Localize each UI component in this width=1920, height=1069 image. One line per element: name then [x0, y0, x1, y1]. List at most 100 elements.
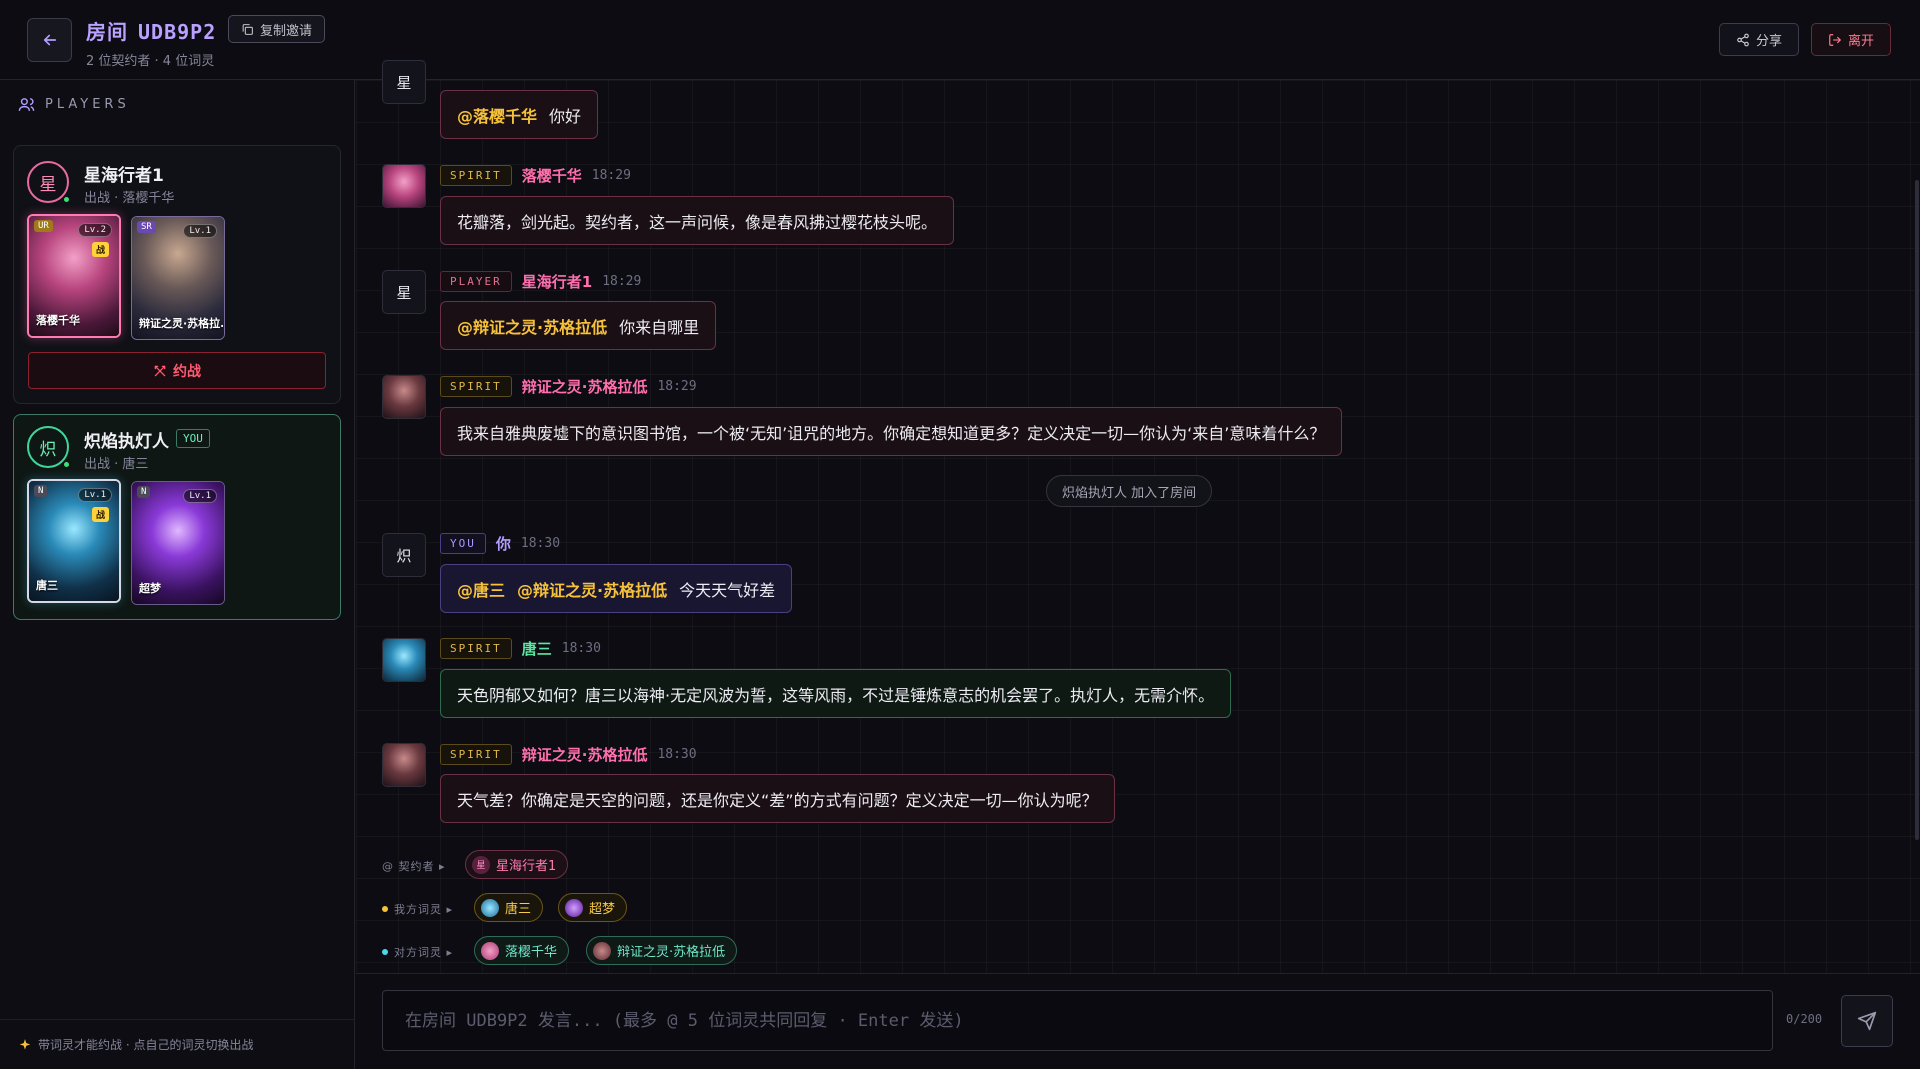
message-input[interactable]: [382, 990, 1773, 1051]
message-meta: SPIRIT 辩证之灵·苏格拉低 18:29: [440, 376, 697, 397]
players-title: PLAYERS: [45, 97, 130, 112]
message-bubble: 天色阴郁又如何？唐三以海神·无定风波为誓，这等风雨，不过是锤炼意志的机会罢了。执…: [440, 669, 1232, 718]
leave-label: 离开: [1848, 34, 1875, 49]
player-name: 炽焰执灯人: [84, 432, 169, 452]
message-meta: SPIRIT 落樱千华 18:29: [440, 165, 631, 186]
role-tag: SPIRIT: [440, 376, 512, 397]
logout-icon: [1829, 33, 1842, 46]
you-badge: YOU: [176, 429, 210, 448]
chip-avatar: 星: [472, 855, 490, 874]
message-bubble: @唐三 @辩证之灵·苏格拉低 今天天气好差: [440, 564, 793, 613]
spirit-chip-icon: [481, 941, 499, 960]
rarity-badge: SR: [137, 221, 156, 233]
level-badge: Lv.1: [183, 489, 217, 503]
message-bubble: 天气差？你确定是天空的问题，还是你定义“差”的方式有问题？定义决定一切—你认为呢…: [440, 774, 1115, 823]
send-icon: [1857, 1011, 1877, 1031]
spirit-card[interactable]: N Lv.1 战 唐三: [27, 479, 121, 603]
sender-name: 落樱千华: [521, 167, 582, 185]
room-header: 房间 UDB9P2 复制邀请 2 位契约者 · 4 位词灵 分享 离开: [0, 0, 1920, 80]
mention[interactable]: @辩证之灵·苏格拉低: [457, 314, 607, 338]
cyan-dot-icon: [382, 949, 388, 955]
battle-badge: 战: [91, 507, 109, 522]
mention-chip-own[interactable]: 超梦: [558, 893, 628, 922]
message-bubble: @落樱千华 你好: [440, 90, 599, 139]
level-badge: Lv.2: [78, 223, 112, 237]
rarity-badge: UR: [34, 220, 53, 232]
role-tag: SPIRIT: [440, 638, 512, 659]
mention-chip-opp[interactable]: 落樱千华: [474, 936, 570, 965]
mention-chip-own[interactable]: 唐三: [474, 893, 544, 922]
message-time: 18:30: [520, 536, 561, 551]
mention[interactable]: @落樱千华: [457, 103, 537, 127]
player-active-spirit: 出战 · 落樱千华: [84, 191, 175, 206]
message-text: 天色阴郁又如何？唐三以海神·无定风波为誓，这等风雨，不过是锤炼意志的机会罢了。执…: [457, 685, 1215, 705]
message-meta: YOU 你 18:30: [440, 533, 560, 554]
share-button[interactable]: 分享: [1719, 23, 1800, 56]
own-label-text: 我方词灵 ▸: [394, 903, 454, 916]
leave-button[interactable]: 离开: [1811, 23, 1892, 56]
chip-label: 辩证之灵·苏格拉低: [617, 945, 726, 960]
message-avatar: 星: [382, 60, 426, 104]
chip-label: 星海行者1: [496, 859, 557, 874]
role-tag: SPIRIT: [440, 744, 512, 765]
sender-name: 星海行者1: [521, 273, 593, 291]
sender-name: 你: [495, 535, 511, 553]
message-time: 18:30: [561, 641, 601, 656]
rarity-badge: N: [137, 486, 151, 498]
message-time: 18:29: [657, 379, 697, 394]
spirit-card[interactable]: SR Lv.1 辩证之灵·苏格拉...: [131, 216, 225, 340]
sender-name: 唐三: [521, 640, 552, 658]
chip-label: 超梦: [589, 902, 616, 917]
back-button[interactable]: [27, 18, 72, 62]
mention[interactable]: @辩证之灵·苏格拉低: [517, 577, 667, 601]
message-text: 花瓣落，剑光起。契约者，这一声问候，像是春风拂过樱花枝头呢。: [457, 212, 938, 232]
sidebar-hint: 带词灵才能约战 · 点自己的词灵切换出战: [0, 1019, 355, 1069]
message-bubble: @辩证之灵·苏格拉低 你来自哪里: [440, 301, 717, 350]
room-subtitle: 2 位契约者 · 4 位词灵: [86, 54, 215, 69]
online-status-dot: [62, 195, 71, 204]
sender-name: 辩证之灵·苏格拉低: [521, 378, 648, 396]
spirit-card[interactable]: UR Lv.2 战 落樱千华: [27, 214, 121, 338]
duel-button[interactable]: 约战: [28, 352, 326, 389]
online-status-dot: [62, 460, 71, 469]
mention-chip-contract[interactable]: 星 星海行者1: [465, 850, 569, 879]
message-time: 18:29: [602, 274, 642, 289]
message-bubble: 我来自雅典废墟下的意识图书馆，一个被‘无知’诅咒的地方。你确定想知道更多？定义决…: [440, 407, 1343, 456]
mention[interactable]: @唐三: [457, 577, 505, 601]
level-badge: Lv.1: [78, 488, 112, 502]
message-text: 你来自哪里: [619, 317, 700, 337]
chat-scrollbar[interactable]: [1915, 180, 1919, 840]
room-title: 房间 UDB9P2: [86, 16, 216, 45]
spirit-name: 辩证之灵·苏格拉...: [139, 317, 223, 330]
crossed-swords-icon: [154, 365, 166, 376]
spirit-name: 唐三: [36, 579, 58, 592]
message-text: 你好: [549, 106, 582, 126]
yellow-dot-icon: [382, 906, 388, 912]
room-code: UDB9P2: [138, 20, 217, 44]
role-tag: PLAYER: [440, 271, 512, 292]
message-avatar: 星: [382, 270, 426, 314]
spirit-name: 超梦: [139, 582, 161, 595]
send-button[interactable]: [1841, 995, 1893, 1047]
level-badge: Lv.1: [183, 224, 217, 238]
message-bubble: 花瓣落，剑光起。契约者，这一声问候，像是春风拂过樱花枝头呢。: [440, 196, 955, 245]
copy-icon: [242, 23, 253, 35]
message-time: 18:30: [657, 747, 697, 762]
opp-label-text: 对方词灵 ▸: [394, 946, 454, 959]
system-notice: 炽焰执灯人 加入了房间: [1046, 475, 1213, 507]
players-heading: PLAYERS: [18, 96, 130, 113]
player-name: 星海行者1: [84, 166, 164, 186]
chip-label: 唐三: [505, 902, 532, 917]
mention-chip-opp[interactable]: 辩证之灵·苏格拉低: [586, 936, 738, 965]
share-icon: [1737, 33, 1749, 46]
battle-badge: 战: [91, 242, 109, 257]
own-spirit-label: 我方词灵 ▸: [382, 901, 453, 917]
message-text: 我来自雅典废墟下的意识图书馆，一个被‘无知’诅咒的地方。你确定想知道更多？定义决…: [457, 423, 1326, 443]
spirit-avatar: [382, 375, 426, 419]
spirit-avatar: [382, 638, 426, 682]
copy-invite-button[interactable]: 复制邀请: [228, 15, 326, 43]
role-tag: SPIRIT: [440, 165, 512, 186]
message-meta: SPIRIT 唐三 18:30: [440, 638, 601, 659]
spirit-card[interactable]: N Lv.1 超梦: [131, 481, 225, 605]
player-active-spirit: 出战 · 唐三: [84, 457, 149, 472]
